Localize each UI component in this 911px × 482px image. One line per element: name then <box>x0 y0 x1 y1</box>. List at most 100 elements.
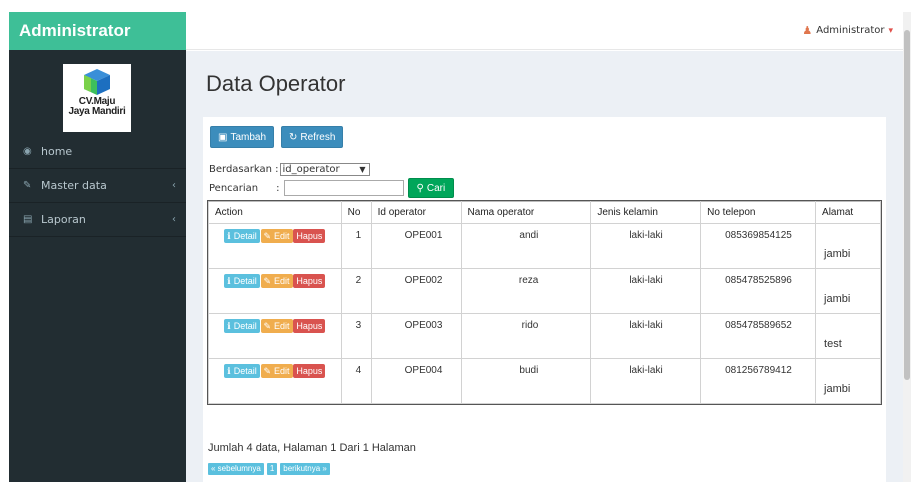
cell-id: OPE002 <box>370 268 462 314</box>
brand-title[interactable]: Administrator <box>9 12 186 50</box>
detail-label: Detail <box>233 276 257 286</box>
search-button[interactable]: ⚲ Cari <box>407 178 455 198</box>
search-row: Pencarian : ⚲ Cari <box>209 178 455 198</box>
chevron-left-icon: ‹ <box>172 180 176 191</box>
add-button[interactable]: ▣ Tambah <box>210 126 275 148</box>
sidebar-item-laporan[interactable]: ▤ Laporan ‹ <box>9 203 186 237</box>
column-header: Nama operator <box>460 201 592 224</box>
action-cell: ℹ Detail ✎ Edit Hapus <box>208 268 342 314</box>
pagination: « sebelumnya 1 berikutnya » <box>208 463 330 475</box>
cell-no: 4 <box>340 358 372 404</box>
table-row: ℹ Detail ✎ Edit Hapus 2 OPE002 reza laki-l… <box>208 268 881 314</box>
edit-button[interactable]: ✎ Edit <box>260 274 293 288</box>
next-page-button[interactable]: berikutnya » <box>280 463 330 475</box>
plus-icon: ▣ <box>218 131 228 143</box>
search-button-label: Cari <box>426 182 446 194</box>
edit-label: Edit <box>274 276 290 286</box>
refresh-icon: ↻ <box>289 131 298 143</box>
page-1-button[interactable]: 1 <box>266 463 278 475</box>
filter-by-row: Berdasarkan : id_operator ▼ <box>209 163 370 176</box>
delete-button[interactable]: Hapus <box>293 274 326 288</box>
sidebar-item-home[interactable]: ◉ home <box>9 135 186 169</box>
cell-alamat: jambi <box>815 268 881 314</box>
cell-telepon: 085478589652 <box>700 313 817 359</box>
edit-button[interactable]: ✎ Edit <box>260 319 293 333</box>
cell-jenis-kelamin: laki-laki <box>590 268 702 314</box>
dashboard-icon: ◉ <box>23 146 32 157</box>
cell-id: OPE001 <box>370 223 462 269</box>
column-header: Id operator <box>370 201 462 224</box>
logo-text-line2: Jaya Mandiri <box>68 106 126 117</box>
add-button-label: Tambah <box>230 131 267 143</box>
cell-alamat: jambi <box>815 223 881 269</box>
scrollbar-thumb[interactable] <box>904 30 910 380</box>
search-separator: : <box>276 182 280 194</box>
table-row: ℹ Detail ✎ Edit Hapus 3 OPE003 rido laki-l… <box>208 313 881 359</box>
detail-label: Detail <box>233 321 257 331</box>
cell-nama: budi <box>460 358 592 404</box>
refresh-button-label: Refresh <box>300 131 336 143</box>
content-panel: ▣ Tambah ↻ Refresh Berdasarkan : id_oper… <box>203 117 886 482</box>
logo-graphic-icon <box>84 69 110 95</box>
filter-by-select[interactable]: id_operator ▼ <box>279 163 370 176</box>
cell-jenis-kelamin: laki-laki <box>590 358 702 404</box>
detail-button[interactable]: ℹ Detail <box>224 364 260 378</box>
delete-label: Hapus <box>296 276 323 286</box>
table-row: ℹ Detail ✎ Edit Hapus 1 OPE001 andi laki-l… <box>208 223 881 269</box>
edit-label: Edit <box>274 231 290 241</box>
column-header: No telepon <box>700 201 817 224</box>
cell-telepon: 085478525896 <box>700 268 817 314</box>
main-content: Data Operator ▣ Tambah ↻ Refresh Berdasa… <box>186 51 903 482</box>
cell-alamat: jambi <box>815 358 881 404</box>
cell-nama: reza <box>460 268 592 314</box>
caret-down-icon: ▾ <box>888 25 893 36</box>
detail-label: Detail <box>233 366 257 376</box>
cell-id: OPE004 <box>370 358 462 404</box>
logo-text-line1: CV.Maju <box>78 96 116 107</box>
select-arrow-icon: ▼ <box>359 165 366 174</box>
cell-telepon: 085369854125 <box>700 223 817 269</box>
filter-by-value: id_operator <box>282 164 340 175</box>
filter-by-label: Berdasarkan : <box>209 164 279 175</box>
sidebar: CV.Maju Jaya Mandiri ◉ home ✎ Master dat… <box>9 50 186 482</box>
search-icon: ⚲ <box>416 182 424 194</box>
edit-label: Edit <box>274 321 290 331</box>
cell-id: OPE003 <box>370 313 462 359</box>
page-title: Data Operator <box>206 71 346 96</box>
table-header-row: Action No Id operator Nama operator Jeni… <box>208 201 881 224</box>
pagination-summary: Jumlah 4 data, Halaman 1 Dari 1 Halaman <box>208 442 416 454</box>
edit-button[interactable]: ✎ Edit <box>260 229 293 243</box>
detail-button[interactable]: ℹ Detail <box>224 319 260 333</box>
cell-nama: rido <box>460 313 592 359</box>
cell-telepon: 081256789412 <box>700 358 817 404</box>
user-menu[interactable]: ♟ Administrator ▾ <box>802 24 893 37</box>
search-label: Pencarian <box>209 182 259 194</box>
edit-icon: ✎ <box>23 180 32 191</box>
detail-button[interactable]: ℹ Detail <box>224 274 260 288</box>
prev-page-button[interactable]: « sebelumnya <box>208 463 264 475</box>
sidebar-item-master-data[interactable]: ✎ Master data ‹ <box>9 169 186 203</box>
refresh-button[interactable]: ↻ Refresh <box>281 126 344 148</box>
edit-button[interactable]: ✎ Edit <box>260 364 293 378</box>
detail-button[interactable]: ℹ Detail <box>224 229 260 243</box>
cell-no: 2 <box>340 268 372 314</box>
sitemap-icon: ▤ <box>23 214 33 225</box>
action-cell: ℹ Detail ✎ Edit Hapus <box>208 313 342 359</box>
delete-label: Hapus <box>296 231 323 241</box>
delete-button[interactable]: Hapus <box>293 229 326 243</box>
sidebar-item-label: Laporan <box>41 213 86 226</box>
delete-button[interactable]: Hapus <box>293 364 326 378</box>
column-header: Alamat <box>815 201 881 224</box>
cell-alamat: test <box>815 313 881 359</box>
chevron-left-icon: ‹ <box>172 214 176 225</box>
user-icon: ♟ <box>802 24 813 37</box>
delete-button[interactable]: Hapus <box>293 319 326 333</box>
column-header: Jenis kelamin <box>590 201 702 224</box>
cell-jenis-kelamin: laki-laki <box>590 313 702 359</box>
delete-label: Hapus <box>296 321 323 331</box>
vertical-scrollbar[interactable] <box>903 12 911 482</box>
company-logo: CV.Maju Jaya Mandiri <box>63 64 131 132</box>
sidebar-item-label: home <box>41 145 73 158</box>
cell-nama: andi <box>460 223 592 269</box>
search-input[interactable] <box>283 180 404 196</box>
